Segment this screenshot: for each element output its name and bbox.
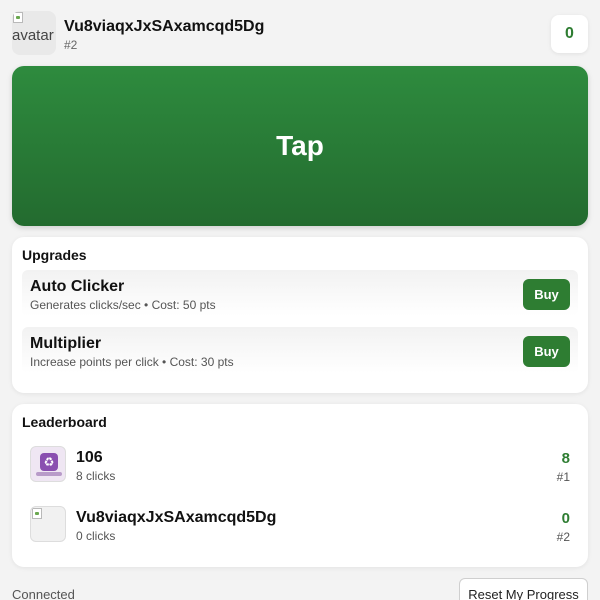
buy-multiplier-button[interactable]: Buy xyxy=(523,336,570,367)
leaderboard-name: Vu8viaqxJxSAxamcqd5Dg xyxy=(76,509,277,526)
upgrade-item-multiplier: Multiplier Increase points per click • C… xyxy=(22,327,578,373)
reset-progress-button[interactable]: Reset My Progress xyxy=(459,578,588,600)
broken-image-icon xyxy=(13,12,23,23)
leaderboard-rank: #2 xyxy=(556,530,570,544)
leaderboard-score: 0 xyxy=(561,510,570,527)
upgrades-card: Upgrades Auto Clicker Generates clicks/s… xyxy=(12,237,588,393)
avatar: avatar xyxy=(12,11,56,55)
recycle-icon: ♻ xyxy=(36,453,62,476)
leaderboard-title: Leaderboard xyxy=(22,414,107,430)
username: Vu8viaqxJxSAxamcqd5Dg xyxy=(64,18,265,35)
leaderboard-clicks: 0 clicks xyxy=(76,529,116,543)
leaderboard-avatar xyxy=(30,506,66,542)
leaderboard-card: Leaderboard ♻ 106 8 clicks 8 #1 Vu8viaqx… xyxy=(12,404,588,567)
upgrade-name: Multiplier xyxy=(30,335,102,352)
user-rank: #2 xyxy=(64,38,78,52)
tap-button[interactable]: Tap xyxy=(12,66,588,226)
upgrade-name: Auto Clicker xyxy=(30,278,125,295)
upgrade-item-auto-clicker: Auto Clicker Generates clicks/sec • Cost… xyxy=(22,270,578,316)
leaderboard-avatar: ♻ xyxy=(30,446,66,482)
broken-image-icon xyxy=(32,508,42,519)
leaderboard-clicks: 8 clicks xyxy=(76,469,116,483)
score-badge: 0 xyxy=(551,15,588,53)
leaderboard-score: 8 xyxy=(561,450,570,467)
leaderboard-name: 106 xyxy=(76,449,103,466)
profile-header: avatar Vu8viaqxJxSAxamcqd5Dg #2 0 xyxy=(12,11,588,55)
leaderboard-rank: #1 xyxy=(556,470,570,484)
avatar-alt-text: avatar xyxy=(12,27,54,44)
leaderboard-row: ♻ 106 8 clicks 8 #1 xyxy=(30,446,570,486)
leaderboard-row: Vu8viaqxJxSAxamcqd5Dg 0 clicks 0 #2 xyxy=(30,506,570,546)
upgrade-description: Increase points per click • Cost: 30 pts xyxy=(30,355,234,369)
connection-status: Connected xyxy=(12,587,75,600)
buy-auto-clicker-button[interactable]: Buy xyxy=(523,279,570,310)
upgrade-description: Generates clicks/sec • Cost: 50 pts xyxy=(30,298,216,312)
upgrades-title: Upgrades xyxy=(22,247,87,263)
